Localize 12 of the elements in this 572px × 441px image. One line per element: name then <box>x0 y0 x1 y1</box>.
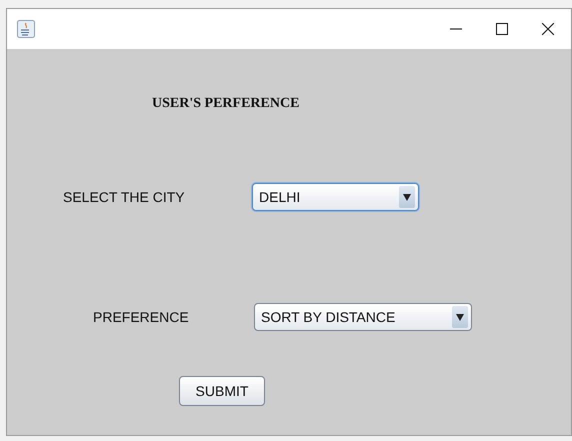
submit-button[interactable]: SUBMIT <box>179 376 265 406</box>
field-label: SELECT THE CITY <box>63 188 186 206</box>
dropdown-value: DELHI <box>259 188 300 206</box>
dropdown-value: SORT BY DISTANCE <box>261 308 396 326</box>
dropdown[interactable]: SORT BY DISTANCE <box>254 303 472 331</box>
heading: USER'S PERFERENCE <box>152 95 300 113</box>
maximize-icon <box>496 23 508 35</box>
close-icon <box>542 23 554 35</box>
dropdown[interactable]: DELHI <box>252 183 419 211</box>
field-label: PREFERENCE <box>93 308 190 326</box>
app-icon <box>17 20 35 38</box>
minimize-icon <box>450 28 462 30</box>
